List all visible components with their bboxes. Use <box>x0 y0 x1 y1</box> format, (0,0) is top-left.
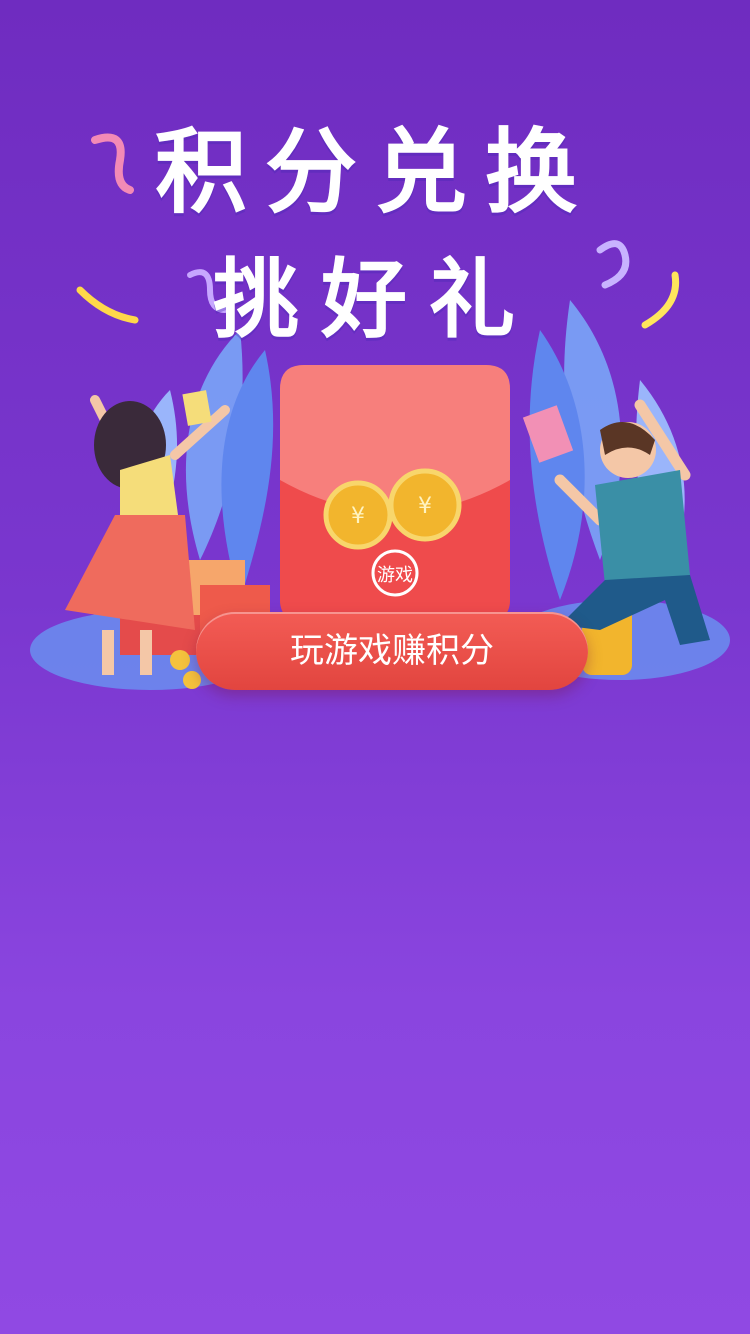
coin <box>183 671 201 689</box>
banner-title-line2: 挑好礼 <box>213 250 537 350</box>
svg-text:¥: ¥ <box>351 504 365 529</box>
banner-title-line1: 积分兑换 <box>154 119 595 226</box>
earn-points-button[interactable]: 玩游戏赚积分 <box>196 612 588 690</box>
svg-text:¥: ¥ <box>418 494 432 519</box>
coin <box>170 650 190 670</box>
envelope-logo-text: 游戏 <box>377 565 413 586</box>
red-envelope: ¥ ¥ <box>280 365 510 625</box>
